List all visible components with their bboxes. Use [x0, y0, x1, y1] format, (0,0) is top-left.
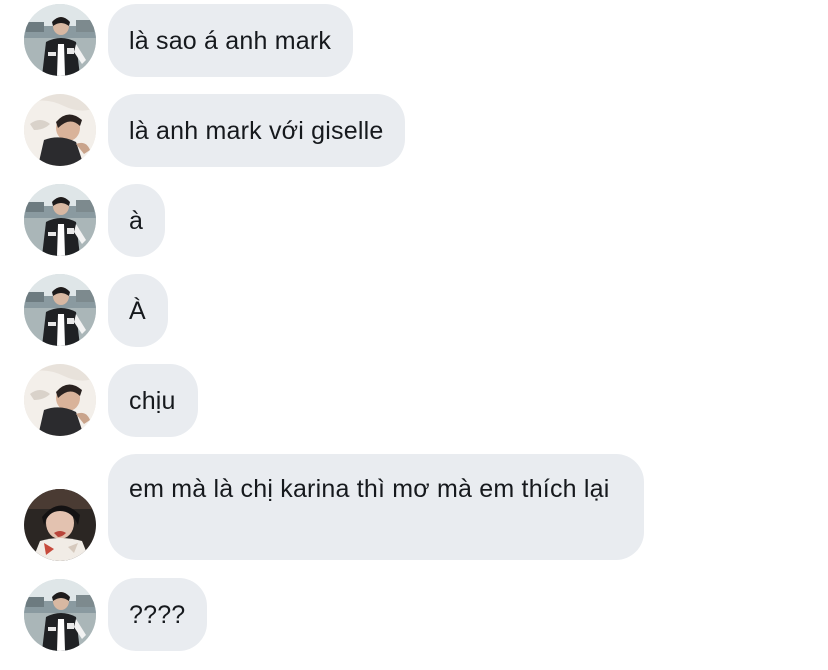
message-bubble[interactable]: em mà là chị karina thì mơ mà em thích l… [108, 454, 644, 560]
avatar[interactable] [24, 489, 96, 561]
avatar[interactable] [24, 274, 96, 346]
avatar-image [24, 579, 96, 651]
message-bubble[interactable]: chịu [108, 364, 198, 437]
message-text: là anh mark với giselle [129, 117, 384, 145]
message-text: À [129, 297, 146, 325]
chat-thread: là sao á anh mark là anh mark với gisell… [0, 0, 828, 670]
avatar[interactable] [24, 94, 96, 166]
avatar-image [24, 184, 96, 256]
avatar[interactable] [24, 364, 96, 436]
avatar-image [24, 4, 96, 76]
avatar-image [24, 274, 96, 346]
message-bubble[interactable]: à [108, 184, 166, 257]
message-text: là sao á anh mark [129, 27, 332, 55]
message-text: à [129, 207, 144, 235]
avatar-image [24, 489, 96, 561]
avatar[interactable] [24, 579, 96, 651]
message-bubble[interactable]: là sao á anh mark [108, 4, 354, 77]
message-text: chịu [129, 387, 176, 415]
message-bubble[interactable]: là anh mark với giselle [108, 94, 406, 167]
message-text: em mà là chị karina thì mơ mà em thích l… [129, 475, 610, 503]
avatar-image [24, 364, 96, 436]
avatar-image [24, 94, 96, 166]
avatar[interactable] [24, 4, 96, 76]
message-bubble[interactable]: À [108, 274, 168, 347]
message-bubble[interactable]: ???? [108, 578, 208, 651]
avatar[interactable] [24, 184, 96, 256]
message-text: ???? [129, 601, 186, 629]
